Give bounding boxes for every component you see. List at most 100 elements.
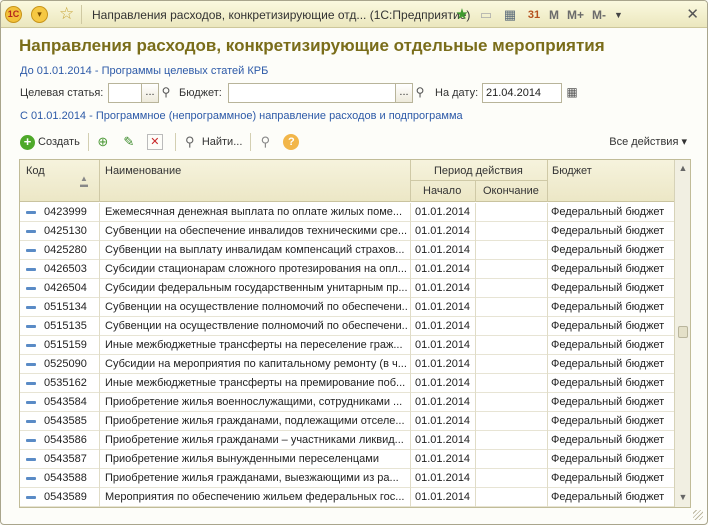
all-actions-menu[interactable]: Все действия ▾ (609, 135, 687, 148)
table-row[interactable]: 0543589 Мероприятия по обеспечению жильем… (20, 488, 674, 507)
cell-name: Приобретение жилья вынужденными переселе… (105, 453, 380, 465)
table-row[interactable]: 0543587 Приобретение жилья вынужденными п… (20, 450, 674, 469)
sort-icon[interactable]: ▲ ▬ (80, 175, 88, 189)
cell-budget: Федеральный бюджет (551, 491, 665, 503)
memory-m-plus-button[interactable]: M+ (567, 8, 584, 22)
memory-m-minus-button[interactable]: M- (592, 8, 606, 22)
edit-button[interactable]: ✎ (121, 131, 141, 153)
delete-button[interactable]: ✕ (146, 131, 167, 153)
cancel-search-icon: ⚲ (260, 134, 271, 149)
document-icon[interactable]: ▭ (477, 6, 495, 24)
cell-budget: Федеральный бюджет (551, 415, 665, 427)
calendar-picker-icon[interactable]: ▦ (563, 82, 581, 102)
cell-end (480, 260, 546, 279)
table-row[interactable]: 0543588 Приобретение жилья гражданами, вы… (20, 469, 674, 488)
table-row[interactable]: 0515134 Субвенции на осуществление полном… (20, 298, 674, 317)
column-code[interactable]: Код (26, 165, 45, 177)
cell-end (480, 431, 546, 450)
table-row[interactable]: 0425130 Субвенции на обеспечение инвалидо… (20, 222, 674, 241)
column-budget[interactable]: Бюджет (552, 165, 592, 177)
budget-search-icon[interactable]: ⚲ (411, 82, 429, 102)
cell-budget: Федеральный бюджет (551, 263, 665, 275)
cell-code: 0425130 (44, 225, 87, 237)
add-favorite-icon[interactable]: ★ (453, 6, 471, 24)
table-row[interactable]: 0423999 Ежемесячная денежная выплата по о… (20, 203, 674, 222)
app-logo-icon[interactable]: 1С (5, 6, 22, 23)
cell-name: Приобретение жилья гражданами, подлежащи… (105, 415, 405, 427)
item-icon (26, 287, 36, 290)
target-search-icon[interactable]: ⚲ (157, 82, 175, 102)
scroll-down-icon[interactable]: ▼ (677, 492, 689, 504)
menu-circle-icon[interactable]: ▾ (31, 6, 48, 23)
table-row[interactable]: 0543584 Приобретение жилья военнослужащим… (20, 393, 674, 412)
cell-start: 01.01.2014 (415, 472, 471, 484)
resize-grip[interactable] (693, 510, 703, 520)
copy-button[interactable]: ⊕ (95, 131, 115, 153)
column-end[interactable]: Окончание (483, 185, 539, 197)
date-input[interactable]: 21.04.2014 (482, 83, 562, 103)
column-name[interactable]: Наименование (105, 165, 181, 177)
cell-code: 0525090 (44, 358, 87, 370)
col-divider (547, 160, 548, 202)
help-button[interactable]: ? (283, 131, 300, 153)
table-row[interactable]: 0525090 Субсидии на мероприятия по капита… (20, 355, 674, 374)
table-row[interactable]: 0515135 Субвенции на осуществление полном… (20, 317, 674, 336)
calculator-icon[interactable]: ▦ (501, 6, 519, 24)
budget-input[interactable] (228, 83, 396, 103)
cell-name: Субвенции на обеспечение инвалидов техни… (105, 225, 407, 237)
table-row[interactable]: 0426504 Субсидии федеральным государствен… (20, 279, 674, 298)
col-divider (99, 160, 100, 202)
col-divider (475, 181, 476, 202)
copy-add-icon: ⊕ (97, 134, 109, 149)
find-button[interactable]: ⚲ Найти... (182, 131, 243, 153)
table-row[interactable]: 0543586 Приобретение жилья гражданами – у… (20, 431, 674, 450)
cell-budget: Федеральный бюджет (551, 301, 665, 313)
title-tools: ★ ▭ ▦ 31 M M+ M- ▼ (453, 5, 633, 24)
create-button[interactable]: + Создать (20, 131, 80, 153)
table-row[interactable]: 0535162 Иные межбюджетные трансферты на п… (20, 374, 674, 393)
item-icon (26, 325, 36, 328)
item-icon (26, 268, 36, 271)
cell-name: Субвенции на осуществление полномочий по… (105, 301, 407, 313)
cell-end (480, 355, 546, 374)
data-table: Код ▲ ▬ Наименование Период действия Нача… (19, 159, 691, 508)
favorite-star-icon[interactable]: ☆ (59, 4, 74, 24)
cancel-search-button[interactable]: ⚲ (257, 131, 277, 153)
item-icon (26, 249, 36, 252)
item-icon (26, 477, 36, 480)
memory-m-button[interactable]: M (549, 8, 559, 22)
cell-name: Мероприятия по обеспечению жильем федера… (105, 491, 405, 503)
table-body: 0423999 Ежемесячная денежная выплата по о… (20, 203, 674, 507)
table-row[interactable]: 0426503 Субсидии стационарам сложного про… (20, 260, 674, 279)
cell-end (480, 374, 546, 393)
table-row[interactable]: 0425280 Субвенции на выплату инвалидам ко… (20, 241, 674, 260)
item-icon (26, 211, 36, 214)
program-directions-link[interactable]: С 01.01.2014 - Программное (непрограммно… (20, 110, 463, 122)
item-icon (26, 382, 36, 385)
item-icon (26, 496, 36, 499)
item-icon (26, 458, 36, 461)
programs-link[interactable]: До 01.01.2014 - Программы целевых статей… (20, 65, 268, 77)
scroll-thumb[interactable] (678, 326, 688, 338)
cell-code: 0426503 (44, 263, 87, 275)
item-icon (26, 344, 36, 347)
cell-start: 01.01.2014 (415, 396, 471, 408)
dropdown-icon[interactable]: ▼ (614, 10, 623, 20)
cell-start: 01.01.2014 (415, 244, 471, 256)
column-start[interactable]: Начало (423, 185, 461, 197)
window-title: Направления расходов, конкретизирующие о… (92, 8, 471, 22)
find-icon: ⚲ (185, 134, 195, 149)
find-label: Найти... (201, 136, 243, 148)
scroll-up-icon[interactable]: ▲ (677, 163, 689, 175)
close-icon[interactable]: ✕ (686, 5, 699, 23)
vertical-scrollbar[interactable]: ▲ ▼ (674, 160, 690, 507)
item-icon (26, 363, 36, 366)
target-input[interactable] (108, 83, 142, 103)
cell-end (480, 279, 546, 298)
table-row[interactable]: 0515159 Иные межбюджетные трансферты на п… (20, 336, 674, 355)
cell-code: 0535162 (44, 377, 87, 389)
calendar-icon[interactable]: 31 (525, 6, 543, 24)
table-row[interactable]: 0543585 Приобретение жилья гражданами, по… (20, 412, 674, 431)
cell-start: 01.01.2014 (415, 225, 471, 237)
cell-end (480, 298, 546, 317)
